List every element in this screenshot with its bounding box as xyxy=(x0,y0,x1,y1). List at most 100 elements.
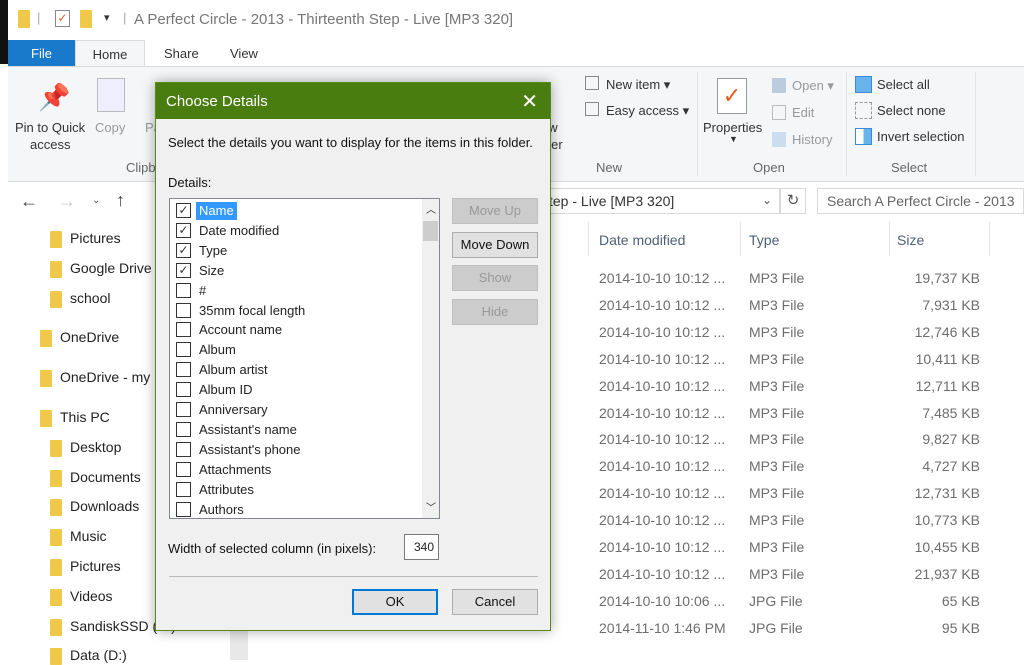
checkbox[interactable] xyxy=(176,441,191,457)
file-row[interactable]: 2014-10-10 10:12 ... MP3 File 19,737 KB xyxy=(560,270,1024,296)
ok-button[interactable]: OK xyxy=(352,589,438,615)
customize-toolbar-icon[interactable]: ▾ xyxy=(104,11,110,24)
tab-file[interactable]: File xyxy=(8,40,75,67)
nav-item[interactable]: Videos xyxy=(70,588,113,604)
column-divider[interactable] xyxy=(740,222,741,256)
forward-button[interactable]: → xyxy=(58,191,76,212)
tab-share[interactable]: Share xyxy=(150,40,213,67)
file-row[interactable]: 2014-10-10 10:12 ... MP3 File 7,931 KB xyxy=(560,297,1024,323)
dialog-title-bar: Choose Details ✕ xyxy=(156,83,550,119)
checkbox[interactable] xyxy=(176,481,191,497)
detail-label: Album ID xyxy=(199,382,253,398)
tab-view[interactable]: View xyxy=(216,40,272,67)
easy-access-button[interactable]: Easy access ▾ xyxy=(606,103,689,119)
group-clipboard: Clipb xyxy=(126,160,156,175)
properties-quick-icon[interactable]: ✓ xyxy=(55,10,70,27)
nav-item[interactable]: This PC xyxy=(60,409,110,425)
checkbox[interactable]: ✓ xyxy=(176,203,191,218)
search-input[interactable]: Search A Perfect Circle - 2013 xyxy=(817,188,1024,214)
column-header[interactable]: Type xyxy=(749,232,779,248)
file-row[interactable]: 2014-10-10 10:12 ... MP3 File 12,746 KB xyxy=(560,324,1024,350)
checkbox[interactable] xyxy=(176,302,191,318)
nav-item[interactable]: Downloads xyxy=(70,498,139,514)
column-divider[interactable] xyxy=(588,222,589,256)
show-button[interactable]: Show xyxy=(452,265,538,291)
checkbox[interactable]: ✓ xyxy=(176,242,191,258)
recent-locations-button[interactable]: ⌄ xyxy=(92,195,100,206)
file-row[interactable]: 2014-10-10 10:12 ... MP3 File 7,485 KB xyxy=(560,405,1024,431)
cancel-button[interactable]: Cancel xyxy=(452,589,538,615)
move-down-button[interactable]: Move Down xyxy=(452,232,538,258)
edit-button[interactable]: Edit xyxy=(792,105,814,120)
list-scrollbar[interactable]: ︿ ﹀ xyxy=(422,199,439,518)
file-row[interactable]: 2014-10-10 10:12 ... MP3 File 12,711 KB xyxy=(560,378,1024,404)
open-button[interactable]: Open ▾ xyxy=(792,78,834,94)
checkbox[interactable] xyxy=(176,362,191,378)
select-none-button[interactable]: Select none xyxy=(877,103,946,118)
nav-item[interactable]: Pictures xyxy=(70,558,121,574)
nav-item[interactable]: OneDrive - my xyxy=(60,369,150,385)
file-row[interactable]: 2014-10-10 10:06 ... JPG File 65 KB xyxy=(560,593,1024,619)
address-dropdown-icon[interactable]: ⌄ xyxy=(762,193,772,207)
scroll-up-icon[interactable]: ︿ xyxy=(426,201,436,216)
checkbox[interactable]: ✓ xyxy=(176,222,191,238)
file-row[interactable]: 2014-10-10 10:12 ... MP3 File 4,727 KB xyxy=(560,458,1024,484)
address-input[interactable]: tep - Live [MP3 320] xyxy=(540,188,780,214)
size-cell: 4,727 KB xyxy=(922,458,980,475)
properties-icon: ✓ xyxy=(717,78,747,114)
file-row[interactable]: 2014-10-10 10:12 ... MP3 File 12,731 KB xyxy=(560,485,1024,511)
size-cell: 65 KB xyxy=(941,592,980,609)
nav-item[interactable]: Music xyxy=(70,528,107,544)
nav-item[interactable]: school xyxy=(70,290,110,306)
scroll-thumb[interactable] xyxy=(423,221,438,241)
checkbox[interactable] xyxy=(176,342,191,358)
copy-button[interactable]: Copy xyxy=(95,120,125,135)
file-row[interactable]: 2014-11-10 1:46 PM JPG File 95 KB xyxy=(560,620,1024,646)
nav-item[interactable]: Pictures xyxy=(70,230,121,246)
checkbox[interactable] xyxy=(176,322,191,338)
group-new: New xyxy=(596,160,623,175)
new-folder-quick-icon[interactable] xyxy=(80,10,92,28)
column-divider[interactable] xyxy=(889,222,890,256)
column-width-input[interactable]: 340 xyxy=(404,534,439,560)
nav-item[interactable]: Google Drive xyxy=(70,260,152,276)
checkbox[interactable] xyxy=(176,501,191,517)
properties-dropdown-icon[interactable]: ▼ xyxy=(729,134,738,144)
file-row[interactable]: 2014-10-10 10:12 ... MP3 File 21,937 KB xyxy=(560,566,1024,592)
nav-item[interactable]: Data (D:) xyxy=(70,647,127,663)
nav-item[interactable]: Desktop xyxy=(70,439,121,455)
invert-selection-button[interactable]: Invert selection xyxy=(877,129,964,144)
history-button[interactable]: History xyxy=(792,132,832,147)
refresh-button[interactable]: ↻ xyxy=(780,188,806,214)
pin-quick-access-button[interactable]: Pin to Quick xyxy=(15,120,85,135)
back-button[interactable]: ← xyxy=(20,191,38,212)
properties-button[interactable]: Properties xyxy=(703,120,762,135)
file-row[interactable]: 2014-10-10 10:12 ... MP3 File 9,827 KB xyxy=(560,431,1024,457)
file-row[interactable]: 2014-10-10 10:12 ... MP3 File 10,773 KB xyxy=(560,512,1024,538)
checkbox[interactable] xyxy=(176,282,191,298)
column-header[interactable]: Date modified xyxy=(599,232,685,248)
checkbox[interactable] xyxy=(176,402,191,417)
tab-home[interactable]: Home xyxy=(75,40,145,67)
column-divider[interactable] xyxy=(989,222,990,256)
new-item-icon xyxy=(585,76,599,90)
select-all-button[interactable]: Select all xyxy=(877,77,930,92)
move-up-button[interactable]: Move Up xyxy=(452,198,538,224)
checkbox[interactable] xyxy=(176,382,191,398)
scroll-down-icon[interactable]: ﹀ xyxy=(426,499,436,514)
column-header[interactable]: Size xyxy=(897,232,924,248)
checkbox[interactable] xyxy=(176,461,191,477)
type-cell: MP3 File xyxy=(749,296,805,313)
file-row[interactable]: 2014-10-10 10:12 ... MP3 File 10,411 KB xyxy=(560,351,1024,377)
close-icon[interactable]: ✕ xyxy=(521,89,538,114)
up-button[interactable]: ↑ xyxy=(116,190,125,211)
hide-button[interactable]: Hide xyxy=(452,299,538,325)
new-item-button[interactable]: New item ▾ xyxy=(606,77,670,93)
checkbox[interactable] xyxy=(176,421,191,437)
file-row[interactable]: 2014-10-10 10:12 ... MP3 File 10,455 KB xyxy=(560,539,1024,565)
checkbox[interactable]: ✓ xyxy=(176,262,191,278)
size-cell: 7,485 KB xyxy=(922,404,980,421)
nav-item[interactable]: OneDrive xyxy=(60,329,119,345)
nav-item[interactable]: Documents xyxy=(70,469,141,485)
details-list[interactable]: ✓ Name ✓ Date modified ✓ Type ✓ Size #35mm focal… xyxy=(169,198,440,519)
